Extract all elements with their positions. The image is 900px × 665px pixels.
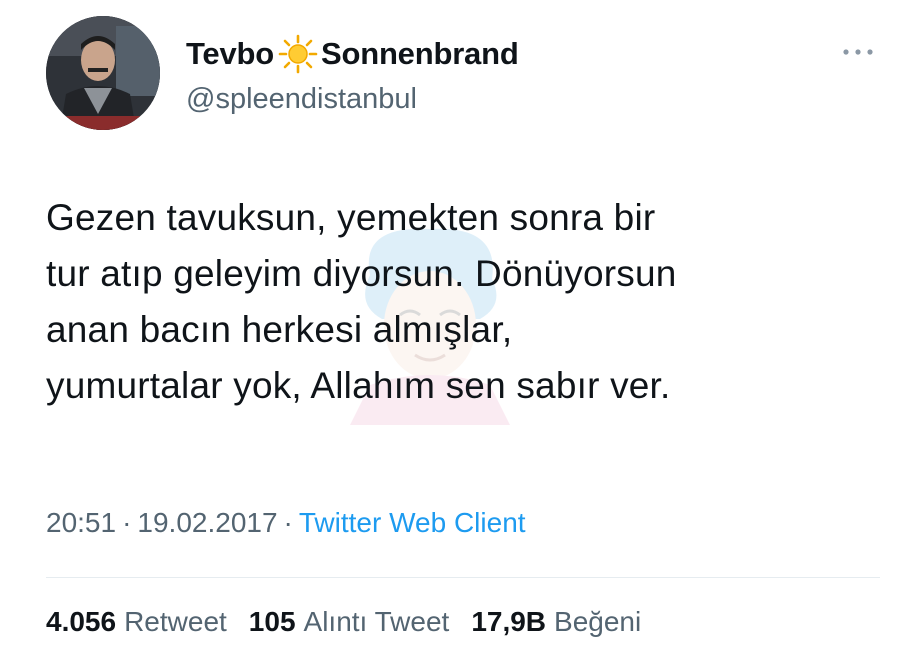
tweet-source-link[interactable]: Twitter Web Client [299,507,526,538]
quote-count: 105 [248,606,296,637]
quote-stat[interactable]: 105 Alıntı Tweet [249,606,450,638]
avatar[interactable] [46,16,160,130]
meta-separator: · [122,507,132,538]
quote-label: Alıntı Tweet [303,606,450,637]
meta-separator: · [283,507,293,538]
tweet-line: anan bacın herkesi almışlar, [46,309,513,350]
retweet-label: Retweet [124,606,227,637]
retweet-stat[interactable]: 4.056 Retweet [46,606,227,638]
display-name-first: Tevbo [186,36,274,71]
tweet-text: Gezen tavuksun, yemekten sonra bir tur a… [46,190,866,414]
divider [46,577,880,578]
like-stat[interactable]: 17,9B Beğeni [471,606,641,638]
display-name-last: Sonnenbrand [321,36,519,71]
tweet-time[interactable]: 20:51 [46,507,116,538]
tweet-stats: 4.056 Retweet 105 Alıntı Tweet 17,9B Beğeni [46,606,663,638]
tweet-line: yumurtalar yok, Allahım sen sabır ver. [46,365,671,406]
tweet-date[interactable]: 19.02.2017 [137,507,277,538]
like-count: 17,9B [471,606,547,637]
tweet-line: Gezen tavuksun, yemekten sonra bir [46,197,656,238]
retweet-count: 4.056 [46,606,117,637]
display-name[interactable]: Tevbo Sonnenbrand [186,34,519,74]
tweet-meta: 20:51 · 19.02.2017 · Twitter Web Client [46,507,526,539]
more-options-icon[interactable] [838,38,878,66]
like-label: Beğeni [554,606,642,637]
sun-icon [278,34,318,74]
user-handle[interactable]: @spleendistanbul [186,83,417,116]
tweet-line: tur atıp geleyim diyorsun. Dönüyorsun [46,253,677,294]
